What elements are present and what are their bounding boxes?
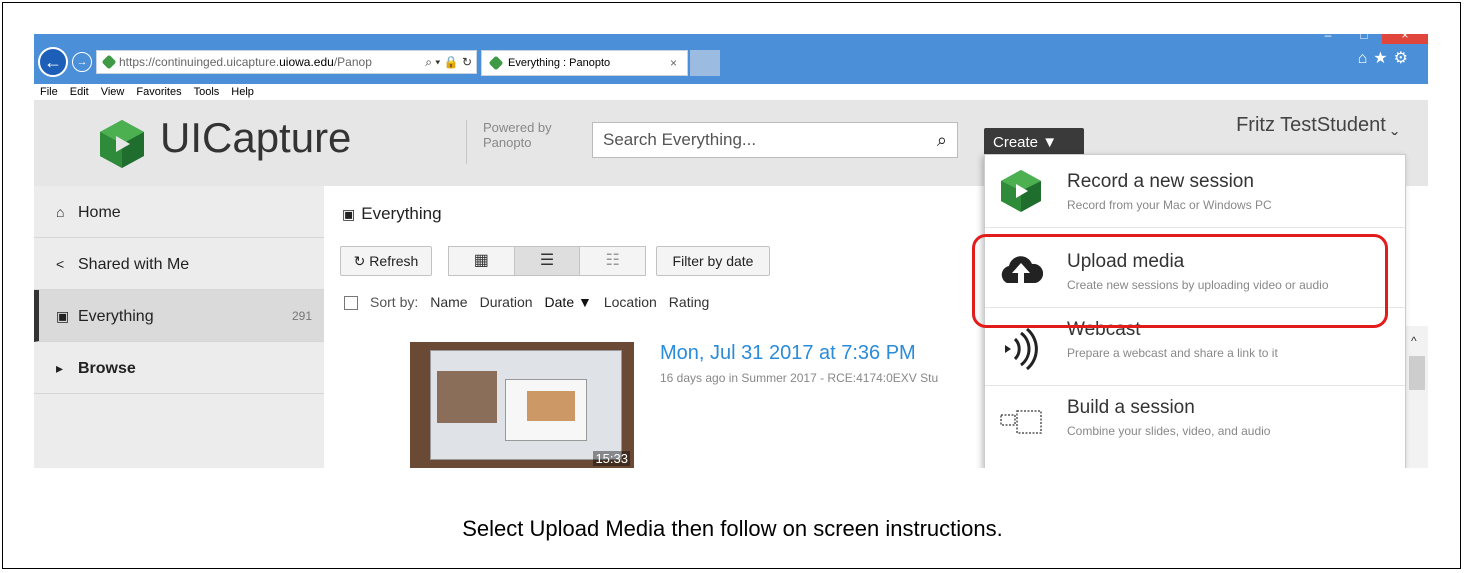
title-bar: – □ × ← → https://continuinged.uicapture…	[34, 34, 1428, 84]
sidebar-item-browse[interactable]: ▸ Browse	[34, 342, 324, 394]
upload-media-highlight	[972, 234, 1388, 328]
sidebar-item-label: Shared with Me	[78, 256, 190, 273]
sort-duration[interactable]: Duration	[480, 294, 533, 310]
scrollbar-thumb[interactable]	[1409, 356, 1425, 390]
menu-edit[interactable]: Edit	[70, 86, 89, 98]
sidebar: ⌂ Home < Shared with Me ▣ Everything 291 ▸ B…	[34, 186, 324, 468]
browser-toolbar-icons[interactable]: ⌂★⚙	[1358, 48, 1414, 68]
scrollbar[interactable]: ^	[1405, 326, 1428, 468]
folder-icon: ▣	[56, 308, 70, 324]
sidebar-item-home[interactable]: ⌂ Home	[34, 186, 324, 238]
uicapture-logo-icon[interactable]	[96, 118, 148, 170]
select-all-checkbox[interactable]	[344, 296, 358, 311]
back-button[interactable]: ←	[38, 47, 68, 77]
tab-close-icon[interactable]: ×	[670, 51, 677, 75]
refresh-button[interactable]: ↻ Refresh	[340, 246, 432, 276]
breadcrumb: ▣ Everything	[342, 204, 442, 224]
grid-view-icon[interactable]: ▦	[449, 247, 515, 275]
window-controls: – □ ×	[1310, 34, 1428, 44]
menu-item-title: Build a session	[1067, 397, 1195, 418]
session-thumbnail[interactable]: 15:33	[410, 342, 634, 468]
address-prefix: https://continuinged.uicapture.	[119, 55, 280, 69]
menu-tools[interactable]: Tools	[194, 86, 220, 98]
new-tab-button[interactable]	[690, 50, 720, 76]
minimize-button[interactable]: –	[1310, 34, 1346, 44]
filter-by-date-button[interactable]: Filter by date	[656, 246, 770, 276]
tab-title: Everything : Panopto	[508, 57, 611, 69]
session-duration: 15:33	[593, 451, 630, 466]
powered-by-line1: Powered by	[483, 120, 552, 135]
address-bar-icons[interactable]: ⌕ ▾ 🔒 ↻	[425, 51, 472, 73]
sidebar-item-label: Home	[78, 204, 121, 221]
powered-by: Powered by Panopto	[466, 120, 552, 164]
sort-by-label: Sort by:	[370, 294, 419, 310]
menu-help[interactable]: Help	[231, 86, 254, 98]
share-icon: <	[56, 256, 65, 272]
view-toggle: ▦ ☰ ☷	[448, 246, 646, 276]
sort-location[interactable]: Location	[604, 294, 657, 310]
search-placeholder: Search Everything...	[603, 130, 757, 149]
forward-button[interactable]: →	[72, 52, 92, 72]
build-session-icon	[1000, 410, 1042, 434]
menu-item-subtitle: Record from your Mac or Windows PC	[1067, 198, 1272, 212]
browser-window: – □ × ← → https://continuinged.uicapture…	[34, 34, 1428, 468]
record-icon	[1001, 170, 1041, 212]
sort-row: Sort by: Name Duration Date ▼ Location Rating	[344, 294, 721, 311]
search-input[interactable]: Search Everything... ⌕	[592, 122, 958, 158]
powered-by-line2: Panopto	[483, 135, 532, 150]
tab-everything[interactable]: Everything : Panopto ×	[481, 50, 688, 76]
detail-view-icon[interactable]: ☰	[514, 247, 581, 275]
menu-favorites[interactable]: Favorites	[136, 86, 181, 98]
scroll-up-icon[interactable]: ^	[1411, 334, 1417, 348]
menu-file[interactable]: File	[40, 86, 58, 98]
menu-item-subtitle: Prepare a webcast and share a link to it	[1067, 346, 1278, 360]
sidebar-item-shared[interactable]: < Shared with Me	[34, 238, 324, 290]
sort-name[interactable]: Name	[430, 294, 467, 310]
menu-view[interactable]: View	[101, 86, 125, 98]
sidebar-item-label: Everything	[78, 308, 154, 325]
menu-item-title: Record a new session	[1067, 171, 1254, 192]
page-title: Everything	[361, 204, 442, 223]
user-menu[interactable]: Fritz TestStudent ˬ	[1236, 114, 1398, 137]
thumbnail-screen	[430, 350, 622, 460]
close-window-button[interactable]: ×	[1382, 34, 1428, 44]
search-icon[interactable]: ⌕	[937, 123, 947, 157]
instruction-caption: Select Upload Media then follow on scree…	[462, 516, 1003, 541]
site-favicon-icon	[101, 54, 117, 70]
address-domain: uiowa.edu	[279, 55, 334, 69]
maximize-button[interactable]: □	[1346, 34, 1382, 44]
menu-item-subtitle: Combine your slides, video, and audio	[1067, 424, 1271, 438]
session-meta: 16 days ago in Summer 2017 - RCE:4174:0E…	[660, 371, 939, 385]
menu-bar: File Edit View Favorites Tools Help	[34, 84, 1428, 101]
sort-date[interactable]: Date ▼	[545, 294, 592, 310]
session-title-link[interactable]: Mon, Jul 31 2017 at 7:36 PM	[660, 342, 916, 365]
everything-count: 291	[291, 309, 312, 323]
menu-item-record[interactable]: Record a new session Record from your Ma…	[985, 155, 1405, 228]
expand-icon: ▸	[56, 360, 64, 376]
folder-icon: ▣	[342, 206, 356, 222]
address-suffix: /Panop	[333, 55, 372, 69]
sort-rating[interactable]: Rating	[669, 294, 709, 310]
broadcast-icon	[1005, 327, 1038, 371]
tab-favicon-icon	[488, 55, 504, 71]
home-icon: ⌂	[56, 204, 65, 220]
sidebar-item-label: Browse	[78, 360, 136, 377]
list-view-icon[interactable]: ☷	[580, 247, 645, 275]
address-bar[interactable]: https://continuinged.uicapture.uiowa.edu…	[96, 50, 477, 74]
menu-item-build-session[interactable]: Build a session Combine your slides, vid…	[985, 387, 1405, 459]
sidebar-item-everything[interactable]: ▣ Everything 291	[34, 290, 324, 342]
brand-name[interactable]: UICapture	[160, 114, 351, 162]
